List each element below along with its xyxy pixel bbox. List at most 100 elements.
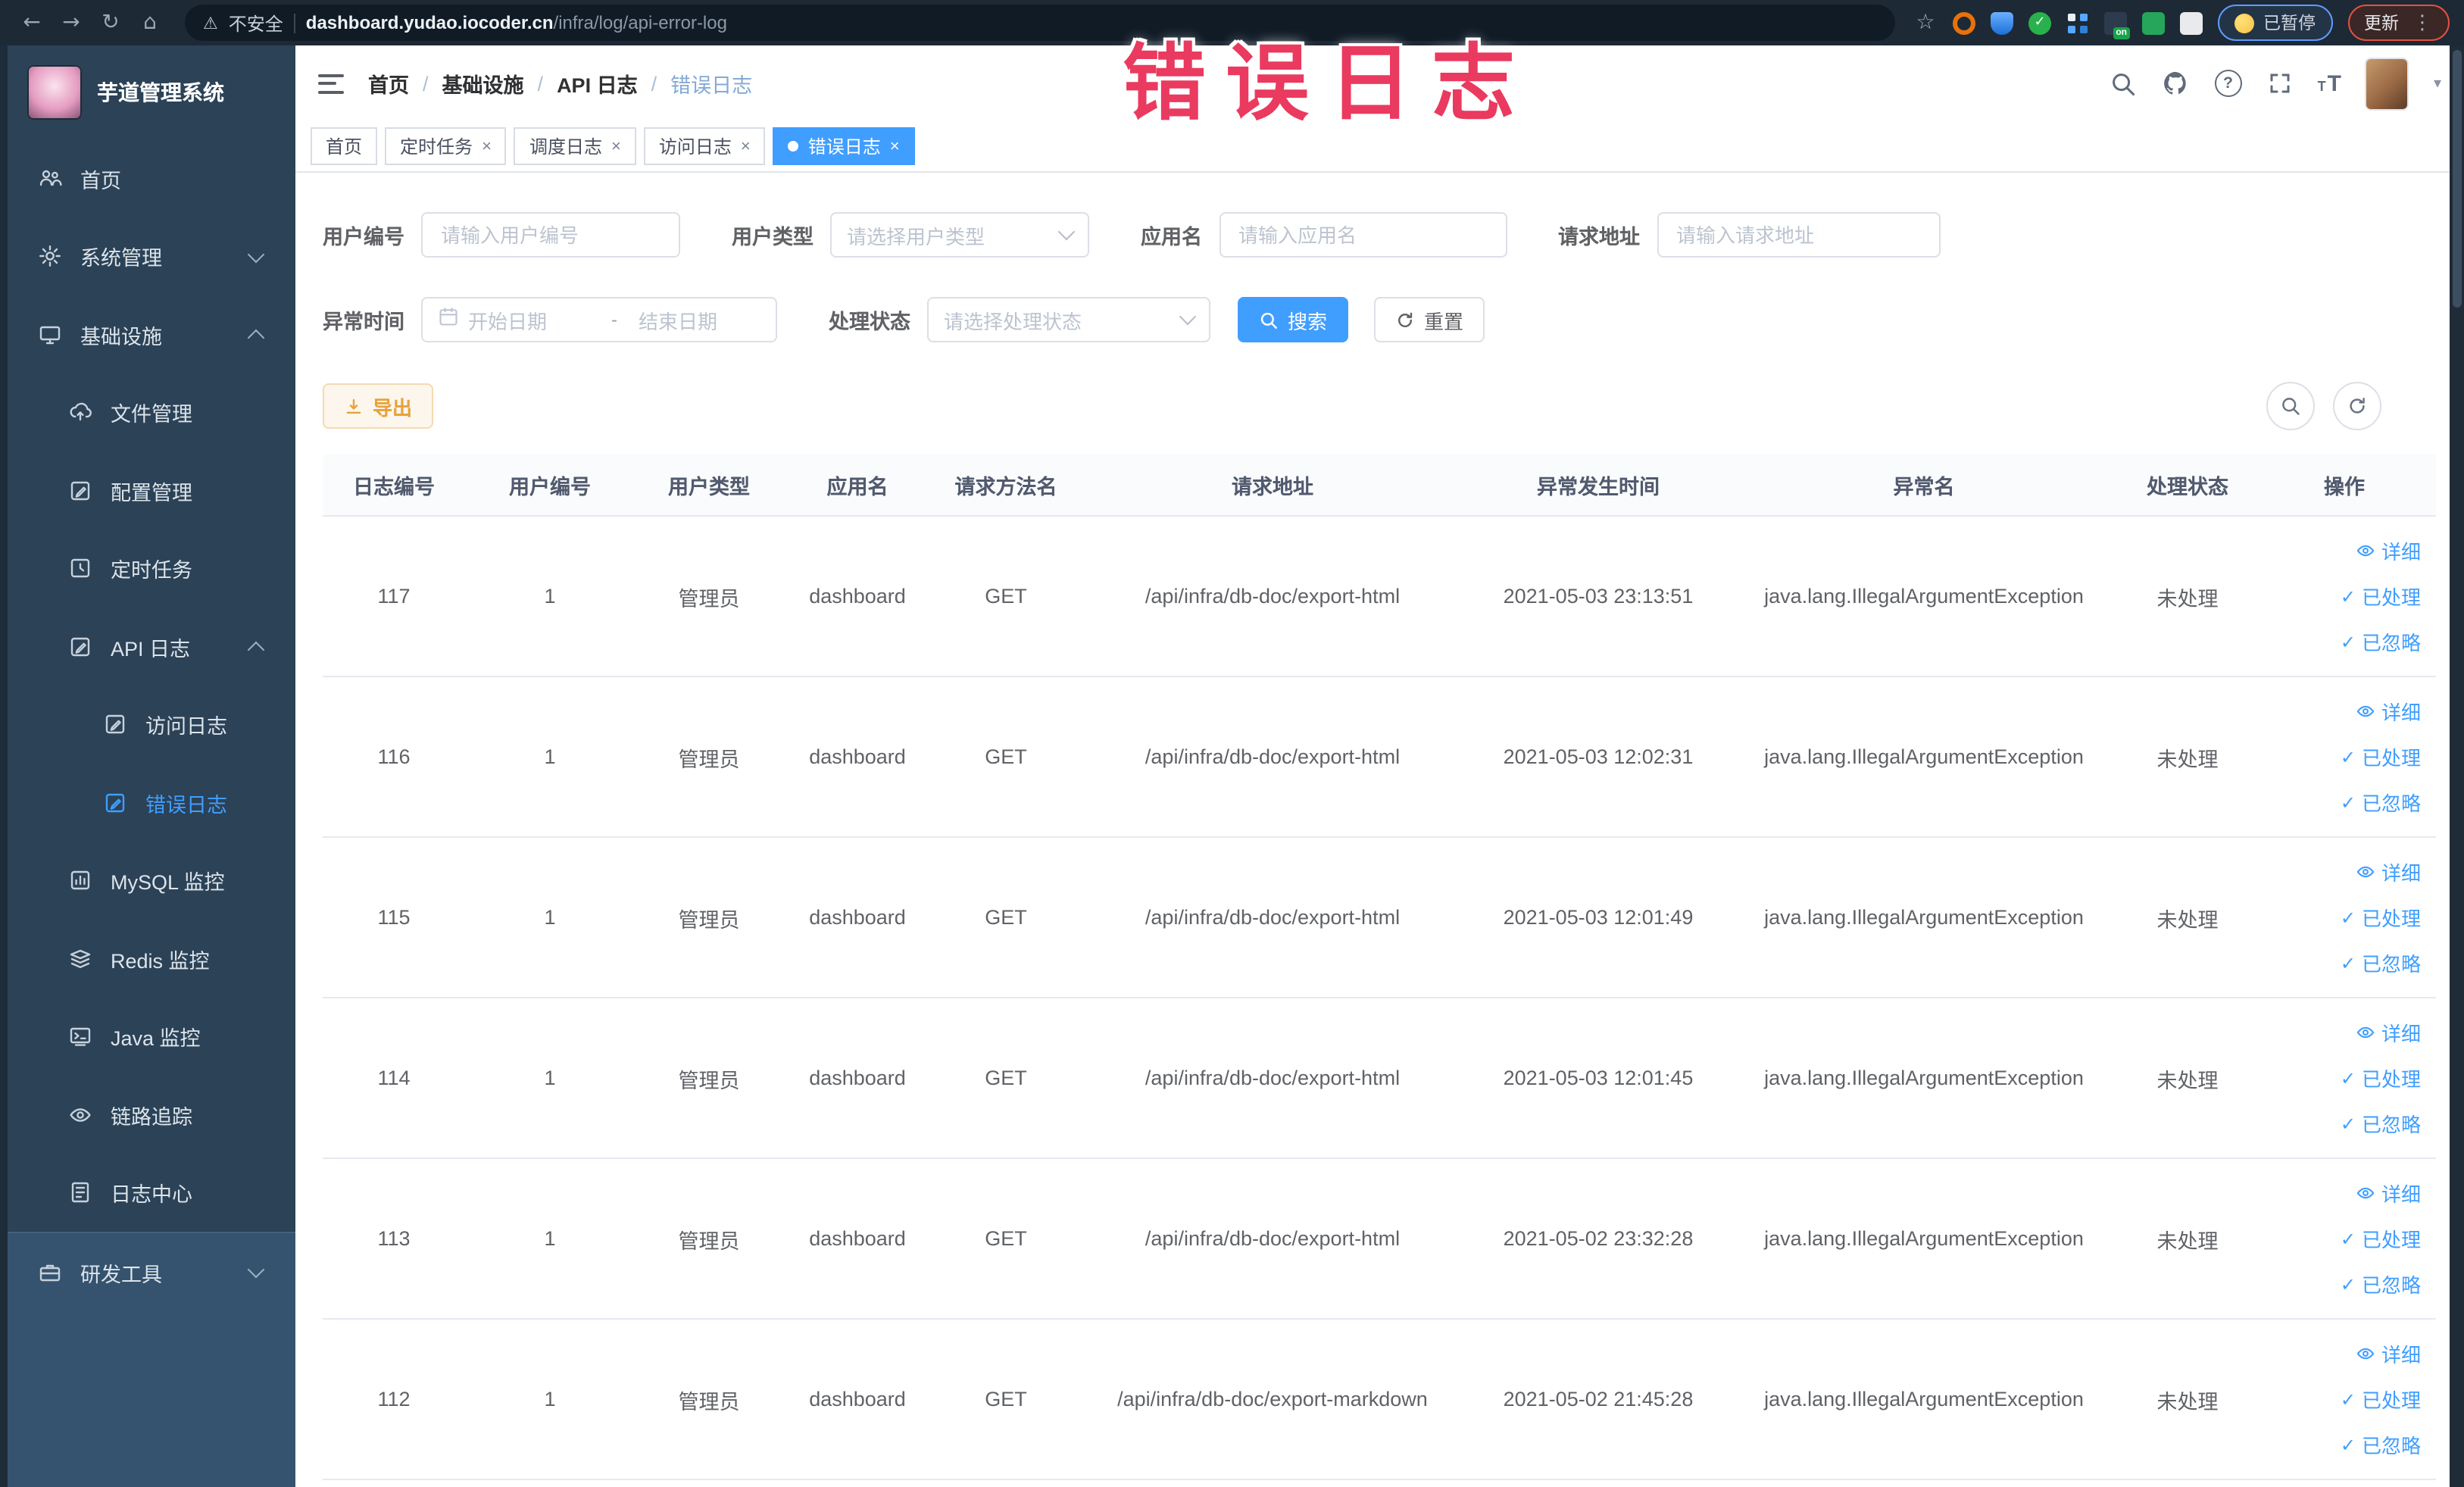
app-logo-row[interactable]: 芋道管理系统 [8,45,295,139]
sidebar-item-home[interactable]: 首页 [8,139,295,217]
check-icon: ✓ [2340,1434,2356,1455]
detail-link[interactable]: 详细 [2356,1179,2421,1207]
search-button[interactable]: 搜索 [1238,297,1349,342]
toolbar-right [2266,382,2444,430]
sidebar-item-dev-tools[interactable]: 研发工具 [8,1233,295,1311]
mark-processed-link[interactable]: ✓ 已处理 [2341,1224,2421,1253]
mark-ignored-link[interactable]: ✓ 已忽略 [2341,1430,2421,1459]
browser-home-icon[interactable]: ⌂ [133,11,167,35]
extension-shield-icon[interactable] [1991,11,2013,34]
mark-ignored-link[interactable]: ✓ 已忽略 [2341,627,2421,656]
sidebar-item-redis-monitor[interactable]: Redis 监控 [8,920,295,998]
close-icon[interactable]: × [611,137,621,155]
reset-button[interactable]: 重置 [1374,297,1485,342]
sidebar-item-system-management[interactable]: 系统管理 [8,217,295,295]
cell-log-id: 113 [377,1227,411,1250]
extensions-puzzle-icon[interactable] [2180,11,2203,34]
browser-menu-dots-icon[interactable]: ⋮ [2412,11,2432,34]
bookmark-star-icon[interactable]: ☆ [1913,11,1938,35]
avatar-caret-icon[interactable]: ▾ [2434,75,2441,92]
github-icon[interactable] [2162,70,2189,97]
tab-access-log[interactable]: 访问日志 × [643,127,766,165]
breadcrumb-api-log[interactable]: API 日志 [557,68,638,98]
cell-exception-name: java.lang.IllegalArgumentException [1764,745,2084,768]
export-button[interactable]: 导出 [323,383,434,429]
update-button[interactable]: 更新 ⋮ [2347,5,2449,41]
sidebar-item-java-monitor[interactable]: Java 监控 [8,998,295,1076]
back-icon[interactable]: ← [15,11,48,35]
font-size-icon[interactable]: TT [2318,72,2341,95]
reload-icon[interactable]: ↻ [94,11,127,35]
detail-link[interactable]: 详细 [2356,536,2421,565]
sidebar-item-mysql-monitor[interactable]: MySQL 监控 [8,842,295,920]
user-type-select[interactable]: 请选择用户类型 [830,212,1089,258]
sidebar-item-file-management[interactable]: 文件管理 [8,373,295,451]
detail-link[interactable]: 详细 [2356,1339,2421,1368]
request-url-field[interactable] [1673,222,1923,248]
hamburger-menu-icon[interactable] [318,73,344,93]
extension-on-badge-icon[interactable]: on [2104,11,2130,39]
tab-scheduled-tasks[interactable]: 定时任务 × [385,127,507,165]
paused-chip[interactable]: 已暂停 [2218,5,2332,41]
sidebar-item-infrastructure[interactable]: 基础设施 [8,295,295,373]
mark-processed-link[interactable]: ✓ 已处理 [2341,903,2421,932]
exception-time-range-picker[interactable]: 开始日期 - 结束日期 [421,297,777,342]
request-url-input[interactable] [1657,212,1940,258]
close-icon[interactable]: × [482,137,492,155]
edit-square-icon [67,634,92,660]
process-status-select[interactable]: 请选择处理状态 [927,297,1210,342]
mark-ignored-link[interactable]: ✓ 已忽略 [2341,788,2421,817]
detail-link[interactable]: 详细 [2356,1018,2421,1047]
app-name-field[interactable] [1235,222,1490,248]
toggle-search-button[interactable] [2266,382,2314,430]
scrollbar[interactable] [2449,45,2464,1487]
search-icon[interactable] [2110,70,2136,96]
sidebar-item-error-log[interactable]: 错误日志 [8,764,295,842]
mark-processed-link[interactable]: ✓ 已处理 [2341,1064,2421,1092]
close-icon[interactable]: × [741,137,751,155]
cell-user-id: 1 [544,745,556,768]
tab-home[interactable]: 首页 [311,127,378,165]
forward-icon[interactable]: → [55,11,88,35]
extension-leaf-icon[interactable] [2142,11,2165,34]
sidebar-item-log-center[interactable]: 日志中心 [8,1154,295,1232]
mark-ignored-link[interactable]: ✓ 已忽略 [2341,1109,2421,1138]
breadcrumb-home[interactable]: 首页 [368,68,409,98]
mark-processed-link[interactable]: ✓ 已处理 [2341,742,2421,771]
tab-error-log[interactable]: 错误日志 × [773,127,915,165]
mark-ignored-link[interactable]: ✓ 已忽略 [2341,1270,2421,1298]
sidebar-item-api-log[interactable]: API 日志 [8,608,295,686]
fullscreen-icon[interactable] [2268,71,2292,95]
tab-schedule-log[interactable]: 调度日志 × [514,127,636,165]
refresh-button[interactable] [2332,382,2381,430]
sidebar-item-access-log[interactable]: 访问日志 [8,686,295,764]
check-icon: ✓ [2340,952,2356,973]
search-icon [2281,398,2299,415]
app-name-input[interactable] [1219,212,1507,258]
sidebar-item-config-management[interactable]: 配置管理 [8,451,295,530]
user-id-field[interactable] [438,222,664,248]
extension-grid-icon[interactable] [2066,11,2089,34]
sidebar-item-scheduled-tasks[interactable]: 定时任务 [8,530,295,608]
extension-check-icon[interactable]: ✓ [2028,11,2051,34]
address-bar[interactable]: ⚠ 不安全 dashboard.yudao.iocoder.cn/infra/l… [185,5,1895,41]
cell-request-url: /api/infra/db-doc/export-html [1145,585,1401,608]
help-icon[interactable]: ? [2214,70,2242,97]
detail-link[interactable]: 详细 [2356,858,2421,886]
terminal-icon [67,1024,92,1050]
sidebar-item-tracing[interactable]: 链路追踪 [8,1076,295,1154]
extension-orange-icon[interactable] [1953,11,1975,34]
close-icon[interactable]: × [890,137,900,155]
cell-exception-time: 2021-05-03 12:02:31 [1503,745,1694,768]
scrollbar-thumb[interactable] [2452,50,2461,308]
mark-processed-link[interactable]: ✓ 已处理 [2341,1385,2421,1414]
sidebar-item-label: MySQL 监控 [111,871,225,895]
detail-link[interactable]: 详细 [2356,697,2421,726]
mark-ignored-link[interactable]: ✓ 已忽略 [2341,948,2421,977]
main-area: 首页 / 基础设施 / API 日志 / 错误日志 ? TT ▾ 首页 定时任务… [295,45,2464,1487]
breadcrumb-infrastructure[interactable]: 基础设施 [442,68,524,98]
mark-processed-link[interactable]: ✓ 已处理 [2341,582,2421,611]
user-avatar[interactable] [2366,58,2408,108]
user-id-input[interactable] [421,212,680,258]
header-user-id: 用户编号 [509,476,591,498]
